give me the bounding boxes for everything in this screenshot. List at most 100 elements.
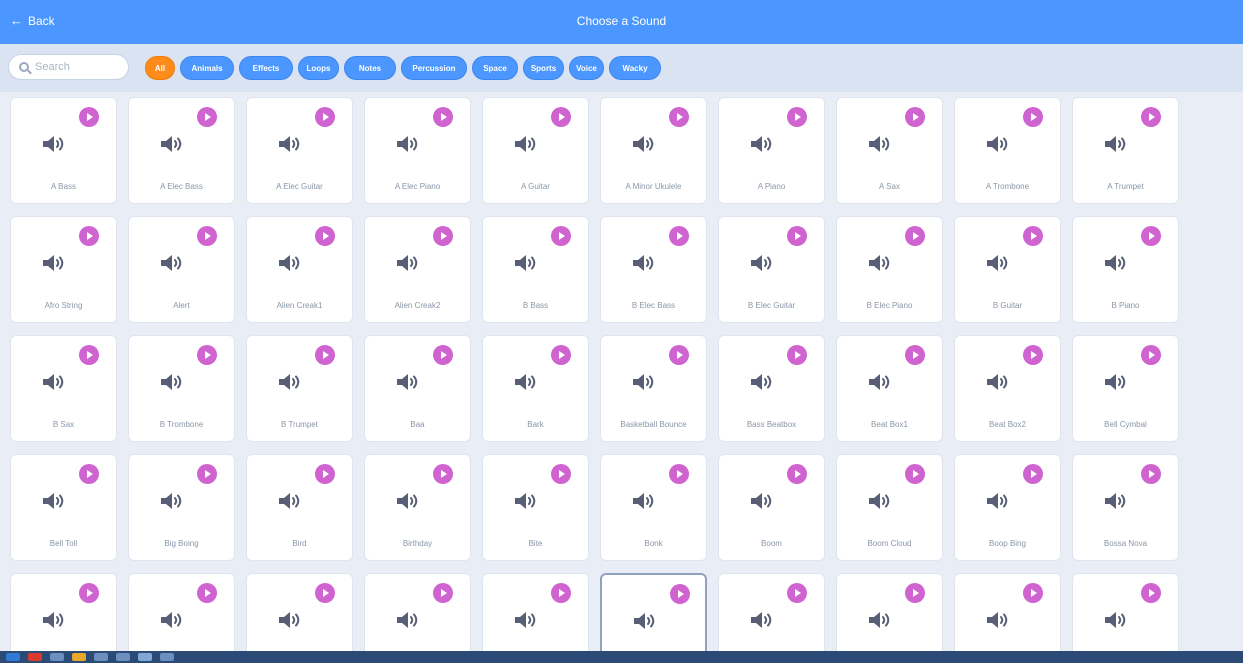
play-button[interactable] <box>1023 107 1043 127</box>
play-button[interactable] <box>433 464 453 484</box>
play-button[interactable] <box>551 464 571 484</box>
play-button[interactable] <box>79 583 99 603</box>
folder-icon[interactable] <box>72 653 86 661</box>
sound-tile[interactable]: Buzz Whir <box>246 573 353 663</box>
sound-tile[interactable]: Bite <box>482 454 589 561</box>
sound-tile[interactable]: B Piano <box>1072 216 1179 323</box>
play-button[interactable] <box>905 107 925 127</box>
tag-notes[interactable]: Notes <box>344 56 396 80</box>
sound-tile[interactable]: A Elec Guitar <box>246 97 353 204</box>
play-button[interactable] <box>787 464 807 484</box>
sound-tile[interactable]: A Trumpet <box>1072 97 1179 204</box>
tag-sports[interactable]: Sports <box>523 56 564 80</box>
play-button[interactable] <box>1023 345 1043 365</box>
play-button[interactable] <box>1023 583 1043 603</box>
sound-tile[interactable]: Bell Toll <box>10 454 117 561</box>
tag-space[interactable]: Space <box>472 56 518 80</box>
sound-tile[interactable]: C Elec Bass <box>482 573 589 663</box>
play-button[interactable] <box>1141 464 1161 484</box>
play-button[interactable] <box>315 107 335 127</box>
sound-tile[interactable]: Alien Creak1 <box>246 216 353 323</box>
tag-loops[interactable]: Loops <box>298 56 339 80</box>
sound-tile[interactable]: Boop Bing <box>954 454 1061 561</box>
sound-tile[interactable]: A Guitar <box>482 97 589 204</box>
play-button[interactable] <box>79 345 99 365</box>
app-icon[interactable] <box>28 653 42 661</box>
sound-tile[interactable]: B Elec Bass <box>600 216 707 323</box>
sound-tile[interactable]: Baa <box>364 335 471 442</box>
play-button[interactable] <box>1141 345 1161 365</box>
play-button[interactable] <box>433 107 453 127</box>
sound-tile[interactable]: C Piano <box>1072 573 1179 663</box>
tag-percussion[interactable]: Percussion <box>401 56 467 80</box>
sound-tile[interactable]: C Major Ukulele <box>954 573 1061 663</box>
tag-voice[interactable]: Voice <box>569 56 604 80</box>
play-button[interactable] <box>197 583 217 603</box>
play-button[interactable] <box>197 107 217 127</box>
play-button[interactable] <box>315 226 335 246</box>
sound-tile[interactable]: Afro String <box>10 216 117 323</box>
app-icon[interactable] <box>94 653 108 661</box>
play-button[interactable] <box>1023 464 1043 484</box>
sound-tile[interactable]: C Guitar <box>836 573 943 663</box>
sound-tile[interactable]: Bowling Strike <box>10 573 117 663</box>
play-button[interactable] <box>1023 226 1043 246</box>
sound-tile[interactable]: A Elec Piano <box>364 97 471 204</box>
play-button[interactable] <box>787 345 807 365</box>
sound-tile[interactable]: Boom <box>718 454 825 561</box>
play-button[interactable] <box>79 107 99 127</box>
play-button[interactable] <box>787 107 807 127</box>
search-input[interactable] <box>35 61 115 73</box>
play-button[interactable] <box>79 464 99 484</box>
play-button[interactable] <box>669 226 689 246</box>
start-icon[interactable] <box>6 653 20 661</box>
play-button[interactable] <box>669 464 689 484</box>
sound-tile[interactable]: Bossa Nova <box>1072 454 1179 561</box>
sound-tile[interactable]: C Elec Piano <box>718 573 825 663</box>
sound-tile[interactable]: Bonk <box>600 454 707 561</box>
sound-tile[interactable]: B Bass <box>482 216 589 323</box>
play-button[interactable] <box>905 464 925 484</box>
sound-tile[interactable]: A Elec Bass <box>128 97 235 204</box>
tag-animals[interactable]: Animals <box>180 56 234 80</box>
sound-tile[interactable]: Big Boing <box>128 454 235 561</box>
sound-tile[interactable]: A Trombone <box>954 97 1061 204</box>
sound-tile[interactable]: Alien Creak2 <box>364 216 471 323</box>
play-button[interactable] <box>315 345 335 365</box>
play-button[interactable] <box>433 345 453 365</box>
play-button[interactable] <box>669 345 689 365</box>
sound-tile[interactable]: A Bass <box>10 97 117 204</box>
play-button[interactable] <box>1141 107 1161 127</box>
play-button[interactable] <box>905 226 925 246</box>
play-button[interactable] <box>197 345 217 365</box>
play-button[interactable] <box>670 584 690 604</box>
sound-tile[interactable]: B Trumpet <box>246 335 353 442</box>
sound-tile[interactable]: Boom Cloud <box>836 454 943 561</box>
play-button[interactable] <box>551 226 571 246</box>
play-button[interactable] <box>787 583 807 603</box>
play-button[interactable] <box>551 583 571 603</box>
sound-tile[interactable]: B Elec Piano <box>836 216 943 323</box>
sound-tile[interactable]: C Elec Guitar <box>600 573 707 663</box>
play-button[interactable] <box>669 107 689 127</box>
app-icon[interactable] <box>116 653 130 661</box>
app-icon[interactable] <box>50 653 64 661</box>
play-button[interactable] <box>551 345 571 365</box>
sound-tile[interactable]: A Minor Ukulele <box>600 97 707 204</box>
sound-tile[interactable]: Bass Beatbox <box>718 335 825 442</box>
play-button[interactable] <box>1141 583 1161 603</box>
play-button[interactable] <box>197 464 217 484</box>
sound-tile[interactable]: Bird <box>246 454 353 561</box>
sound-tile[interactable]: Birthday <box>364 454 471 561</box>
play-button[interactable] <box>433 226 453 246</box>
play-button[interactable] <box>1141 226 1161 246</box>
search-box[interactable] <box>8 54 129 80</box>
sound-tile[interactable]: B Sax <box>10 335 117 442</box>
sound-tile[interactable]: B Elec Guitar <box>718 216 825 323</box>
play-button[interactable] <box>787 226 807 246</box>
sound-tile[interactable]: B Guitar <box>954 216 1061 323</box>
play-button[interactable] <box>905 583 925 603</box>
play-button[interactable] <box>551 107 571 127</box>
sound-tile[interactable]: Basketball Bounce <box>600 335 707 442</box>
play-button[interactable] <box>905 345 925 365</box>
